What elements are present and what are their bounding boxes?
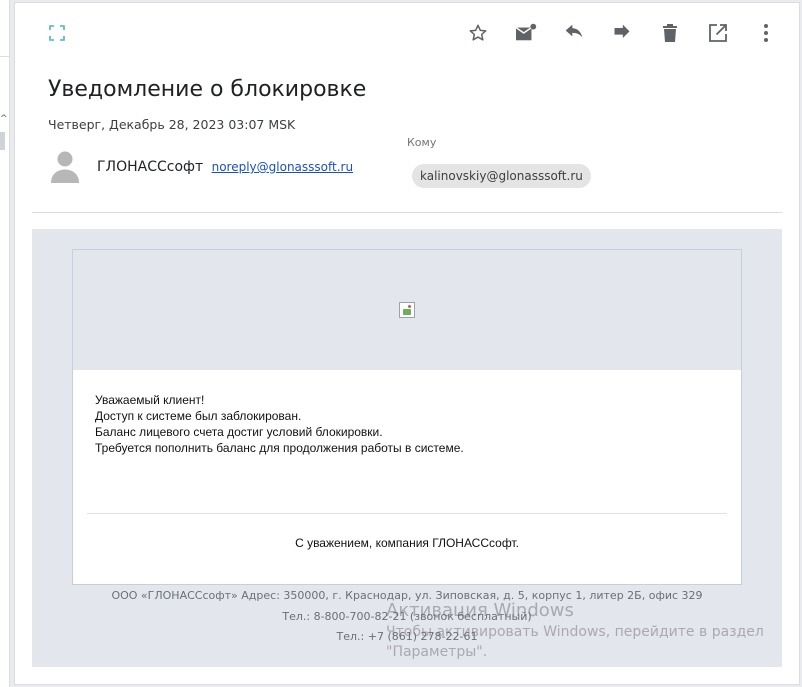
reply-icon[interactable]: [560, 19, 588, 47]
message-line: Требуется пополнить баланс для продолжен…: [95, 441, 464, 455]
recipient-chip[interactable]: kalinovskiy@glonasssoft.ru: [412, 164, 591, 188]
message-line: Уважаемый клиент!: [95, 393, 205, 407]
open-external-icon[interactable]: [704, 19, 732, 47]
email-signoff: С уважением, компания ГЛОНАССсофт.: [295, 536, 519, 550]
footer-address: ООО «ГЛОНАССсофт» Адрес: 350000, г. Крас…: [111, 589, 703, 602]
sender-avatar-icon: [49, 149, 81, 185]
to-label: Кому: [407, 136, 437, 149]
left-panel-edge: ^: [0, 0, 10, 687]
email-viewer: Уведомление о блокировке Четверг, Декабр…: [14, 2, 800, 685]
message-line: Баланс лицевого счета достиг условий бло…: [95, 425, 383, 439]
fullscreen-icon[interactable]: [43, 19, 71, 47]
collapse-caret-icon[interactable]: ^: [0, 114, 8, 124]
email-banner: [73, 250, 741, 370]
sender-name: ГЛОНАССсофт: [97, 159, 204, 175]
forward-icon[interactable]: [608, 19, 636, 47]
content-divider: [87, 513, 727, 514]
header-divider: [32, 212, 782, 213]
more-vert-icon[interactable]: [752, 19, 780, 47]
broken-image-icon: [399, 302, 415, 318]
star-icon[interactable]: [464, 19, 492, 47]
mark-unread-icon[interactable]: [512, 19, 540, 47]
email-subject: Уведомление о блокировке: [48, 77, 367, 102]
delete-icon[interactable]: [656, 19, 684, 47]
message-line: Доступ к системе был заблокирован.: [95, 409, 302, 423]
email-body: Уважаемый клиент! Доступ к системе был з…: [32, 229, 782, 667]
left-panel-scroll-mark: [0, 132, 5, 150]
sender-line: ГЛОНАССсофт noreply@glonasssoft.ru: [97, 159, 353, 175]
email-message-text: Уважаемый клиент! Доступ к системе был з…: [95, 392, 464, 456]
email-date: Четверг, Декабрь 28, 2023 03:07 MSK: [48, 117, 296, 132]
left-panel-divider: [0, 56, 10, 57]
sender-email-link[interactable]: noreply@glonasssoft.ru: [212, 160, 353, 174]
footer-phone-tollfree: Тел.: 8-800-700-82-21 (звонок бесплатный…: [282, 610, 532, 623]
email-content-panel: Уважаемый клиент! Доступ к системе был з…: [72, 249, 742, 585]
footer-phone: Тел.: +7 (861) 278-22-61: [336, 630, 478, 643]
